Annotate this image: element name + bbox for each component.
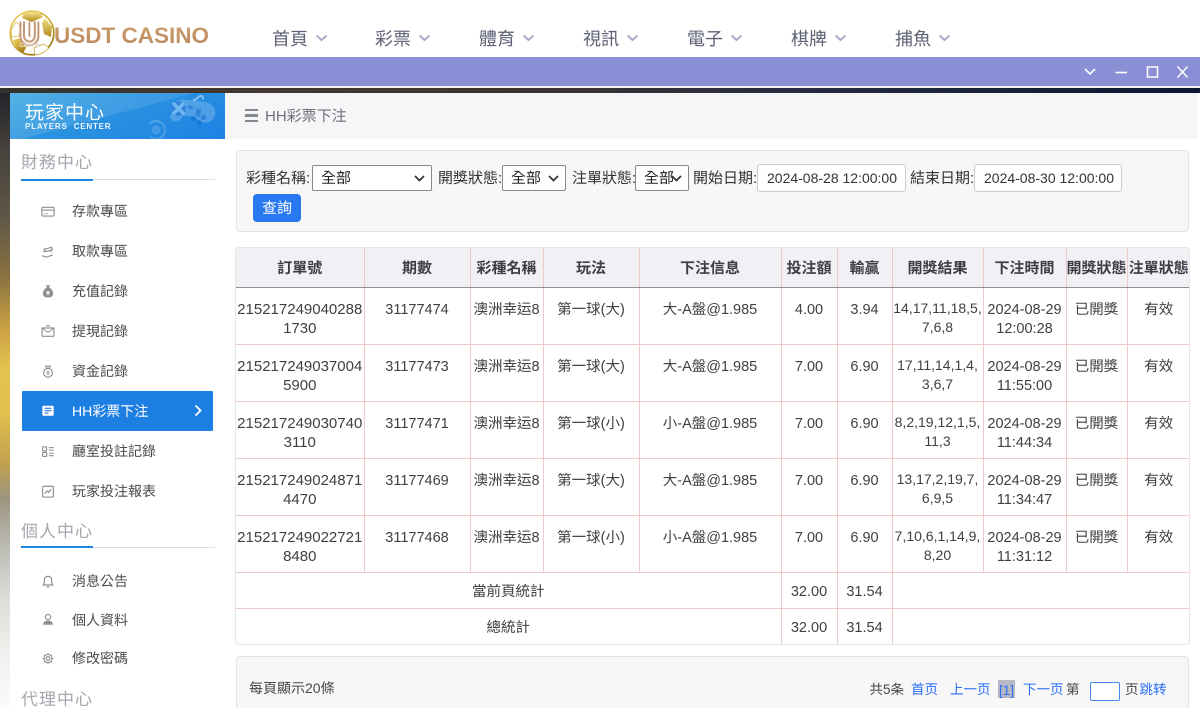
svg-text:Casino: Casino xyxy=(19,43,39,49)
